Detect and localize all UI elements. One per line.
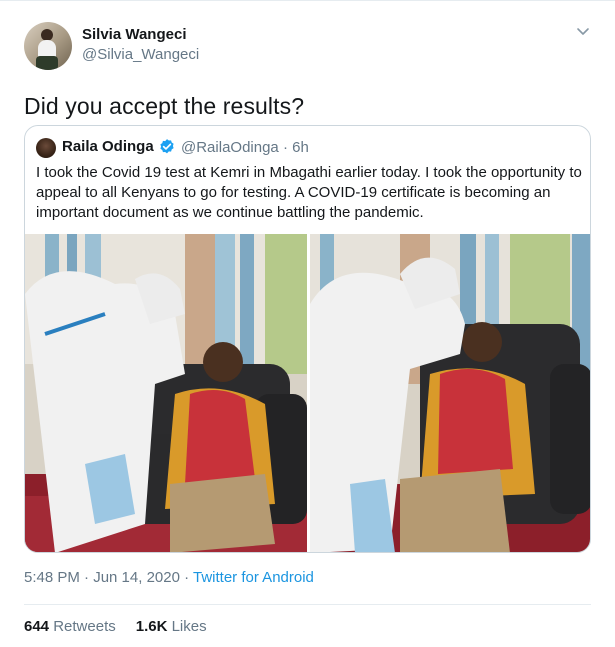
quoted-author-name: Raila Odinga xyxy=(62,138,154,155)
retweet-label: Retweets xyxy=(53,618,116,635)
like-label: Likes xyxy=(171,618,207,635)
author-name[interactable]: Silvia Wangeci xyxy=(82,26,186,43)
author-avatar[interactable] xyxy=(24,22,72,70)
quoted-tweet[interactable]: Raila Odinga @RailaOdinga · 6h I took th… xyxy=(24,125,591,553)
like-count: 1.6K xyxy=(135,618,168,635)
divider xyxy=(24,604,591,605)
tweet-meta: 5:48 PM · Jun 14, 2020 · Twitter for And… xyxy=(24,569,314,586)
like-stat[interactable]: 1.6K Likes xyxy=(136,618,207,635)
tweet-stats: 644 Retweets 1.6K Likes xyxy=(24,618,207,635)
tweet-card: Silvia Wangeci @Silvia_Wangeci Did you a… xyxy=(0,0,615,647)
quoted-author-avatar xyxy=(36,138,56,158)
chevron-down-icon[interactable] xyxy=(576,25,590,39)
tweet-source-link[interactable]: Twitter for Android xyxy=(193,569,314,586)
retweet-stat[interactable]: 644 Retweets xyxy=(24,618,116,635)
quoted-tweet-text: I took the Covid 19 test at Kemri in Mba… xyxy=(36,164,582,221)
tweet-photo-2[interactable] xyxy=(310,234,590,552)
quoted-author-handle: @RailaOdinga · 6h xyxy=(181,139,309,156)
tweet-text: Did you accept the results? xyxy=(24,93,305,119)
photo-grid xyxy=(25,234,590,552)
verified-badge-icon xyxy=(160,139,174,154)
tweet-photo-1[interactable] xyxy=(25,234,307,552)
tweet-timestamp[interactable]: 5:48 PM · Jun 14, 2020 · xyxy=(24,569,193,586)
author-handle[interactable]: @Silvia_Wangeci xyxy=(82,46,199,63)
retweet-count: 644 xyxy=(24,618,50,635)
